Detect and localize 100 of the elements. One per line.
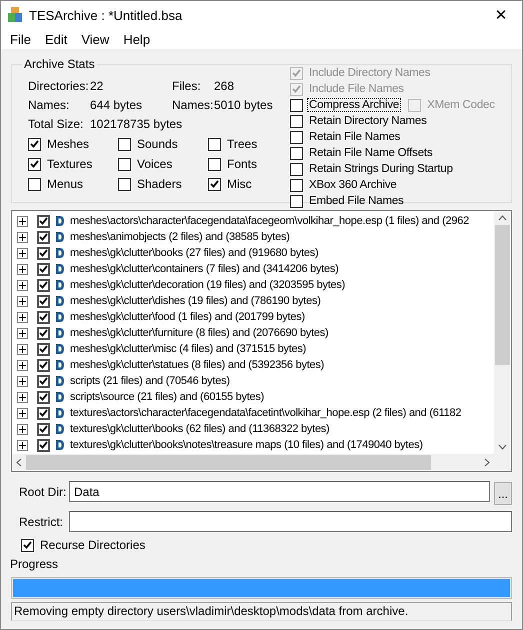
checkbox[interactable] <box>37 390 50 404</box>
horizontal-scrollbar[interactable] <box>12 454 494 471</box>
checkbox[interactable] <box>37 262 50 276</box>
checkbox-label: Misc <box>226 177 253 191</box>
expand-icon[interactable] <box>17 392 28 402</box>
tree-item[interactable]: meshes\gk\clutter\dishes (19 files) and (786190 bytes) <box>17 293 494 309</box>
checkbox-label: Embed File Names <box>308 195 405 207</box>
tree-item[interactable]: meshes\gk\clutter\food (1 files) and (201799 bytes) <box>17 309 494 325</box>
scroll-thumb[interactable] <box>26 455 431 470</box>
checkbox[interactable] <box>37 294 50 308</box>
checkbox[interactable] <box>290 146 303 160</box>
tree-item[interactable]: meshes\gk\clutter\decoration (19 files) and (3203595 bytes) <box>17 277 494 293</box>
checkbox[interactable] <box>37 230 50 244</box>
checkbox[interactable] <box>290 162 303 176</box>
checkbox[interactable] <box>37 246 50 260</box>
checkbox[interactable] <box>28 138 41 150</box>
checkbox-label: Retain File Name Offsets <box>308 147 434 159</box>
tree-item[interactable]: meshes\gk\clutter\statues (8 files) and (5392356 bytes) <box>17 357 494 373</box>
expand-icon[interactable] <box>17 424 28 434</box>
vertical-scrollbar[interactable] <box>494 211 511 454</box>
folder-letter-icon <box>55 295 65 307</box>
tree-item[interactable]: meshes\gk\clutter\books (27 files) and (919680 bytes) <box>17 245 494 261</box>
checkbox[interactable] <box>37 214 50 228</box>
checkbox[interactable] <box>37 406 50 420</box>
folder-letter-icon <box>55 423 65 435</box>
checkbox[interactable] <box>37 374 50 388</box>
tree-item-label: textures\gk\clutter\books (62 files) and (11368322 bytes) <box>70 423 330 435</box>
tree-item[interactable]: meshes\actors\character\facegendata\facegeom\volkihar_hope.esp (1 files) and (2962 <box>17 213 494 229</box>
root-dir-field[interactable]: Data <box>69 481 490 502</box>
menu-item[interactable]: File <box>3 32 38 46</box>
checkbox[interactable] <box>290 178 303 192</box>
stat-label: Names: <box>28 98 70 112</box>
tree-item[interactable]: textures\actors\character\facegendata\facetint\volkihar_hope.esp (2 files) and (61182 <box>17 405 494 421</box>
group-title: Archive Stats <box>23 57 96 71</box>
expand-icon[interactable] <box>17 232 28 242</box>
checkbox[interactable] <box>37 438 50 452</box>
tree-item-label: meshes\gk\clutter\misc (4 files) and (371515 bytes) <box>70 343 306 355</box>
tree-item[interactable]: meshes\animobjects (2 files) and (38585 bytes) <box>17 229 494 245</box>
checkbox-label: Sounds <box>136 137 179 151</box>
checkbox[interactable] <box>118 178 131 190</box>
checkbox[interactable] <box>118 158 131 170</box>
checkbox[interactable] <box>37 422 50 436</box>
checkbox[interactable] <box>28 158 41 170</box>
checkbox[interactable] <box>21 538 34 552</box>
folder-letter-icon <box>55 439 65 451</box>
tree-item[interactable]: textures\gk\clutter\books (62 files) and (11368322 bytes) <box>17 421 494 437</box>
tree-item-label: textures\actors\character\facegendata\facetint\volkihar_hope.esp (2 files) and (61182 <box>70 407 462 419</box>
expand-icon[interactable] <box>17 248 28 258</box>
checkbox[interactable] <box>118 138 131 150</box>
checkbox[interactable] <box>290 114 303 128</box>
checkbox[interactable] <box>37 326 50 340</box>
tree-item-label: meshes\gk\clutter\food (1 files) and (201799 bytes) <box>70 311 305 323</box>
checkbox[interactable] <box>208 178 221 190</box>
tree-item[interactable]: scripts\source (21 files) and (60155 bytes) <box>17 389 494 405</box>
tree-item[interactable]: textures\gk\clutter\books\notes\treasure maps (10 files) and (1749040 bytes) <box>17 437 494 453</box>
folder-letter-icon <box>55 247 65 259</box>
folder-letter-icon <box>55 327 65 339</box>
expand-icon[interactable] <box>17 296 28 306</box>
checkbox[interactable] <box>37 278 50 292</box>
checkbox[interactable] <box>37 358 50 372</box>
tree-item[interactable]: scripts (21 files) and (70546 bytes) <box>17 373 494 389</box>
checkbox-label: Retain File Names <box>308 131 402 143</box>
field-label: Restrict: <box>19 514 64 528</box>
tree-item-label: meshes\gk\clutter\containers (7 files) and (3414206 bytes) <box>70 263 339 275</box>
stat-value: 268 <box>214 79 236 93</box>
window-title: TESArchive : *Untitled.bsa <box>29 8 184 22</box>
close-button[interactable]: ✕ <box>486 3 516 27</box>
expand-icon[interactable] <box>17 360 28 370</box>
checkbox[interactable] <box>37 310 50 324</box>
expand-icon[interactable] <box>17 264 28 274</box>
menu-item[interactable]: Help <box>116 32 158 46</box>
checkbox[interactable] <box>208 158 221 170</box>
folder-letter-icon <box>55 407 65 419</box>
browse-button[interactable]: ... <box>494 482 512 505</box>
checkbox-label: Include File Names <box>308 83 405 95</box>
checkbox-label: Compress Archive <box>308 99 400 111</box>
expand-icon[interactable] <box>17 216 28 226</box>
checkbox[interactable] <box>290 98 303 112</box>
expand-icon[interactable] <box>17 344 28 354</box>
checkbox[interactable] <box>28 178 41 190</box>
folder-letter-icon <box>55 263 65 275</box>
menu-item[interactable]: View <box>74 32 116 46</box>
scroll-thumb[interactable] <box>495 225 510 365</box>
tree-item-label: textures\gk\clutter\books\notes\treasure maps (10 files) and (1749040 bytes) <box>70 439 423 451</box>
expand-icon[interactable] <box>17 312 28 322</box>
expand-icon[interactable] <box>17 440 28 450</box>
tree-item[interactable]: meshes\gk\clutter\furniture (8 files) and (2076690 bytes) <box>17 325 494 341</box>
tree-item[interactable]: meshes\gk\clutter\misc (4 files) and (371515 bytes) <box>17 341 494 357</box>
checkbox[interactable] <box>290 130 303 144</box>
restrict-field[interactable] <box>69 511 512 532</box>
expand-icon[interactable] <box>17 280 28 290</box>
checkbox[interactable] <box>290 194 303 208</box>
folder-letter-icon <box>55 311 65 323</box>
expand-icon[interactable] <box>17 328 28 338</box>
checkbox[interactable] <box>37 342 50 356</box>
expand-icon[interactable] <box>17 408 28 418</box>
expand-icon[interactable] <box>17 376 28 386</box>
menu-item[interactable]: Edit <box>38 32 74 46</box>
tree-item[interactable]: meshes\gk\clutter\containers (7 files) and (3414206 bytes) <box>17 261 494 277</box>
checkbox[interactable] <box>208 138 221 150</box>
